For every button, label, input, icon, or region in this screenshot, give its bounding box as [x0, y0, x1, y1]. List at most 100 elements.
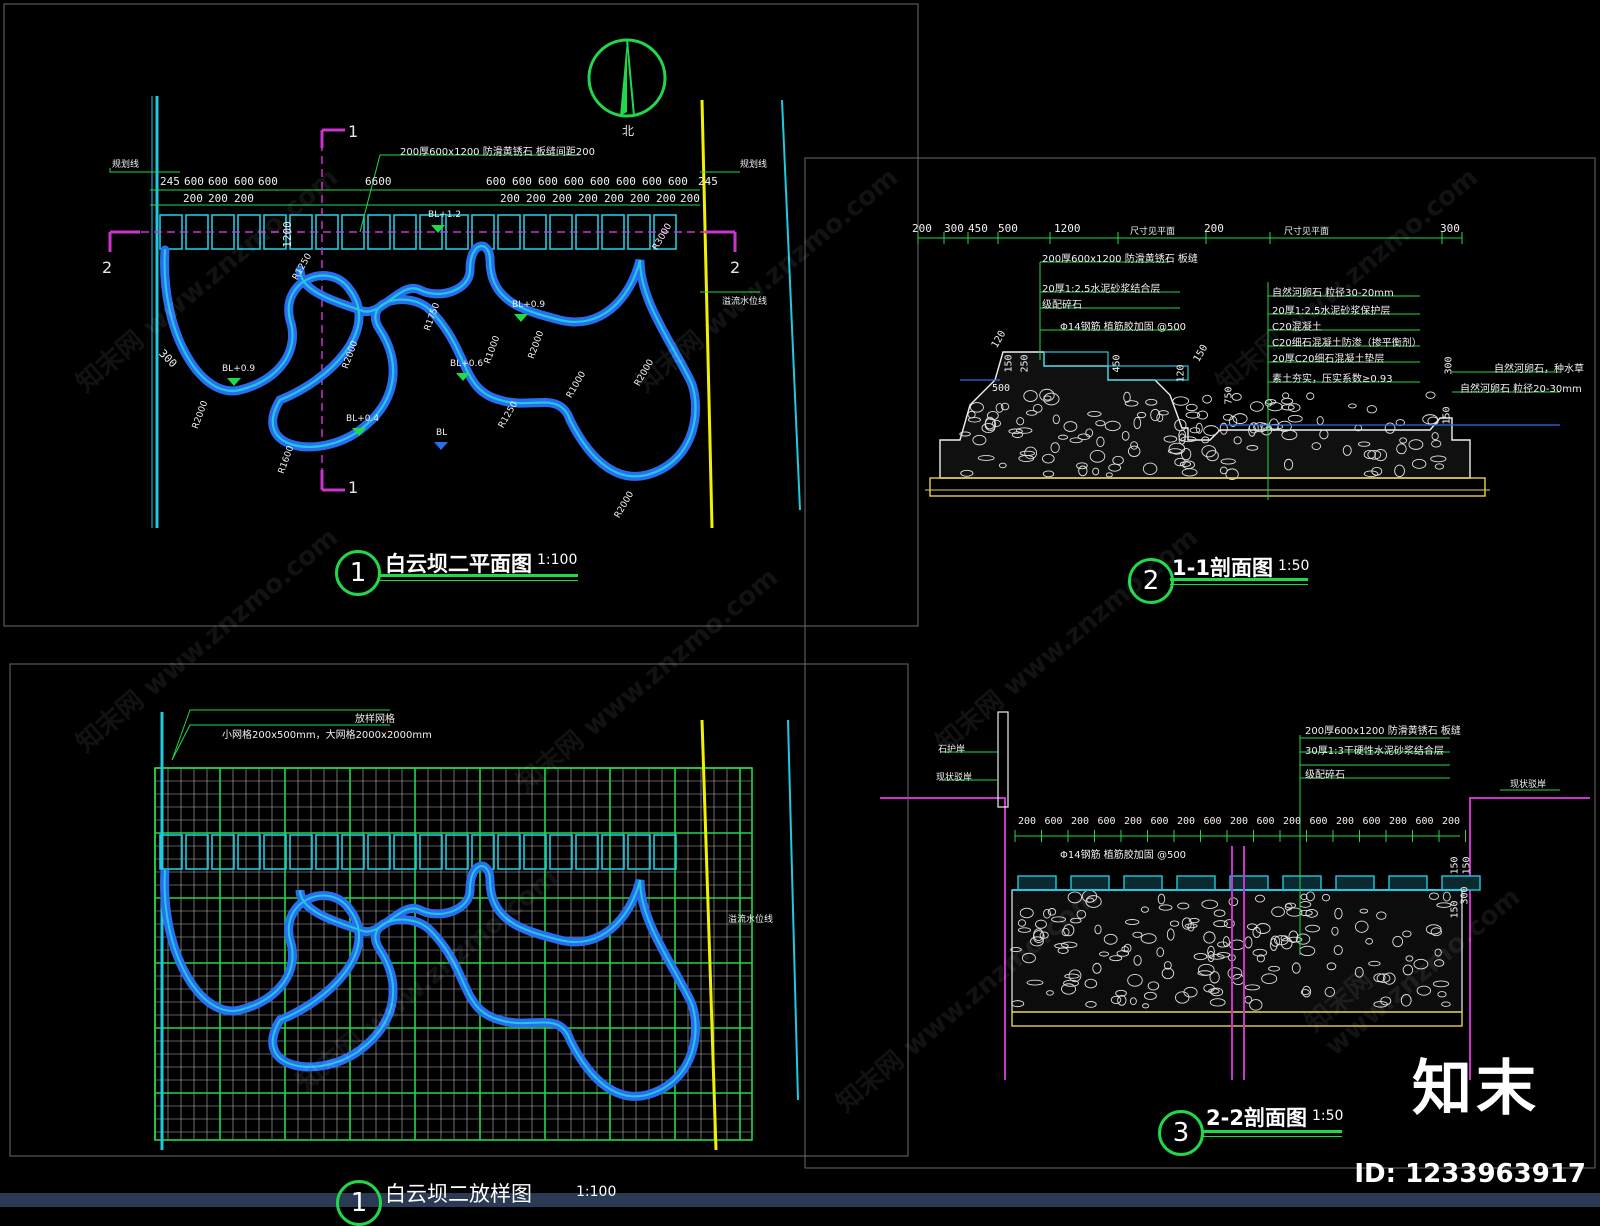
s22-dim-label: 200: [1389, 816, 1408, 827]
layout-water-tag: 溢流水位线: [728, 915, 774, 925]
section-2-2-stone: [1388, 875, 1428, 891]
layout-stepping-stone: [263, 834, 287, 870]
s11-dim-1: 300: [944, 222, 964, 235]
plan-dim-right-end: 245: [698, 175, 718, 188]
s22-dim-label: 600: [1203, 816, 1222, 827]
s11-dim-4: 1200: [1054, 222, 1081, 235]
s11-vdim-4: 450: [1111, 354, 1123, 373]
s11-note-left-0: 200厚600x1200 防滑黄锈石 板缝: [1042, 254, 1198, 265]
s22-dim-label: 200: [1018, 816, 1037, 827]
plan-number-bubble: 1: [335, 550, 381, 596]
section-2-2-stone: [1229, 875, 1269, 891]
elev-label-0: BL+1.2: [428, 210, 462, 220]
plan-dim-tl-4: 600: [258, 175, 278, 188]
layout-stepping-stone: [315, 834, 339, 870]
s22-left-tag-1: 现状驳岸: [936, 773, 973, 783]
layout-note-2: 小网格200x500mm，大网格2000x2000mm: [222, 730, 432, 741]
layout-stepping-stone: [211, 834, 235, 870]
s22-note-2: 级配碎石: [1305, 770, 1345, 781]
plan-dim-b-4: 200: [526, 192, 546, 205]
layout-stepping-stone: [237, 834, 261, 870]
plan-scale: 1:100: [537, 552, 578, 568]
plan-dim-b-1: 200: [208, 192, 228, 205]
s11-vdim-9: 300: [1443, 356, 1455, 375]
section-2-2-stone: [1335, 875, 1375, 891]
section-mark-2-left: 2: [102, 258, 113, 277]
layout-note-1: 放样网格: [355, 714, 395, 725]
plan-right-boundary: [781, 99, 801, 511]
s22-dim-label: 200: [1336, 816, 1355, 827]
plan-dim-b-2: 200: [234, 192, 254, 205]
plan-dim-tr-1: 600: [512, 175, 532, 188]
plan-dim-b-3: 200: [500, 192, 520, 205]
layout-stepping-stone: [497, 834, 521, 870]
s22-dim-label: 600: [1309, 816, 1328, 827]
plan-dim-tr-6: 600: [642, 175, 662, 188]
section-2-2-stone: [1123, 875, 1163, 891]
elev-label-5: BL: [436, 428, 448, 438]
pond-edge: [160, 241, 700, 481]
s22-note-1: 30厚1:3干硬性水泥砂浆结合层: [1305, 746, 1444, 757]
s22-dim-label: 200: [1283, 816, 1302, 827]
s11-note-left-2: 级配碎石: [1042, 300, 1082, 311]
s22-dim-label: 600: [1097, 816, 1116, 827]
s11-note-left-1: 20厚1:2.5水泥砂浆结合层: [1042, 284, 1161, 295]
plan-dim-b-7: 200: [604, 192, 624, 205]
plan-dim-tl-1: 600: [184, 175, 204, 188]
plan-dim-b-5: 200: [552, 192, 572, 205]
image-id-label: ID: 1233963917: [1354, 1159, 1586, 1189]
plan-dim-tr-0: 600: [486, 175, 506, 188]
elev-label-4: BL+0.4: [346, 414, 380, 424]
plan-dim-tl-2: 600: [208, 175, 228, 188]
s11-dim-3: 500: [998, 222, 1018, 235]
s22-dim-label: 200: [1177, 816, 1196, 827]
section-2-2-scale: 1:50: [1312, 1108, 1344, 1124]
s22-dim-label: 200: [1230, 816, 1249, 827]
plan-right-tag: 规划线: [740, 160, 768, 170]
plan-left-tag: 规划线: [112, 160, 140, 170]
layout-stepping-stone: [445, 834, 469, 870]
section-mark-1-bottom: 1: [348, 478, 359, 497]
section-2-2-stone: [1282, 875, 1322, 891]
s11-dim-8: 300: [1440, 222, 1460, 235]
s22-dim-label: 600: [1044, 816, 1063, 827]
s22-note-0: 200厚600x1200 防滑黄锈石 板缝: [1305, 726, 1461, 737]
plan-dim-mid: 6600: [365, 175, 392, 188]
plan-dim-tl-3: 600: [234, 175, 254, 188]
plan-dim-tr-2: 600: [538, 175, 558, 188]
s11-dim-0: 200: [912, 222, 932, 235]
layout-scale: 1:100: [576, 1184, 617, 1200]
layout-stepping-stone: [653, 834, 677, 870]
layout-stepping-stone: [341, 834, 365, 870]
layout-stepping-stone: [393, 834, 417, 870]
s11-note-left-3: Φ14钢筋 植筋胶加固 @500: [1060, 322, 1187, 333]
elev-label-3: BL+0.6: [450, 359, 484, 369]
s22-vdim-0: 150: [1449, 856, 1461, 875]
plan-dim-tr-5: 600: [616, 175, 636, 188]
s22-dim-label: 600: [1150, 816, 1169, 827]
elev-label-1: BL+0.9: [512, 300, 546, 310]
s11-note-right-5: 素土夯实，压实系数≥0.93: [1272, 374, 1393, 385]
plan-dim-b-10: 200: [680, 192, 700, 205]
layout-stepping-stone: [289, 834, 313, 870]
layout-stepping-stone: [367, 834, 391, 870]
section-mark-2-right: 2: [730, 258, 741, 277]
layout-stepping-stone: [549, 834, 573, 870]
plan-dim-tl-0: 245: [160, 175, 180, 188]
s11-vdim-2: 250: [1019, 354, 1031, 373]
s22-dim-label: 200: [1124, 816, 1143, 827]
s22-dim-label: 200: [1071, 816, 1090, 827]
layout-stepping-stone: [601, 834, 625, 870]
s11-vdim-8: 150: [1441, 406, 1453, 425]
s11-vdim-3: 500: [992, 383, 1011, 394]
s22-dim-label: 200: [1442, 816, 1461, 827]
plan-dim-tr-3: 600: [564, 175, 584, 188]
plan-dim-b-9: 200: [656, 192, 676, 205]
north-label: 北: [622, 124, 635, 138]
section-2-2-stone: [1017, 875, 1057, 891]
s11-dim-5: 尺寸见平面: [1130, 227, 1176, 237]
section-2-2-stone: [1176, 875, 1216, 891]
layout-title: 白云坝二放样图: [385, 1182, 532, 1206]
section-1-1-base: [929, 477, 1486, 497]
layout-stepping-stone: [627, 834, 651, 870]
